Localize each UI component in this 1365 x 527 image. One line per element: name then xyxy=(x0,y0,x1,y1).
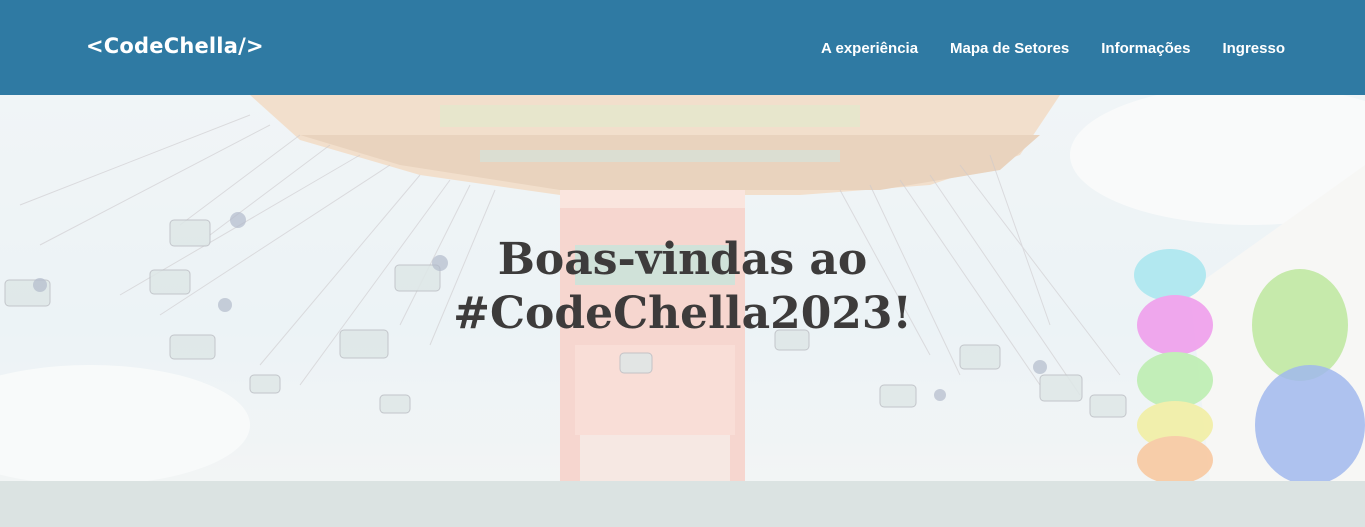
hero-title-line-1: Boas-vindas ao xyxy=(497,234,868,285)
next-section-band xyxy=(0,481,1365,527)
hero-banner: Boas-vindas ao #CodeChella2023! xyxy=(0,95,1365,481)
hero-title-line-2: #CodeChella2023! xyxy=(453,288,912,339)
hero-title: Boas-vindas ao #CodeChella2023! xyxy=(0,233,1365,341)
nav-link-ingresso[interactable]: Ingresso xyxy=(1222,40,1285,57)
nav-link-experiencia[interactable]: A experiência xyxy=(821,40,918,57)
nav-link-mapa-setores[interactable]: Mapa de Setores xyxy=(950,40,1069,57)
site-header: <CodeChella/> A experiência Mapa de Seto… xyxy=(0,0,1365,95)
logo-link[interactable]: <CodeChella/> xyxy=(86,34,264,58)
main-nav: A experiência Mapa de Setores Informaçõe… xyxy=(821,40,1285,57)
nav-link-informacoes[interactable]: Informações xyxy=(1101,40,1190,57)
